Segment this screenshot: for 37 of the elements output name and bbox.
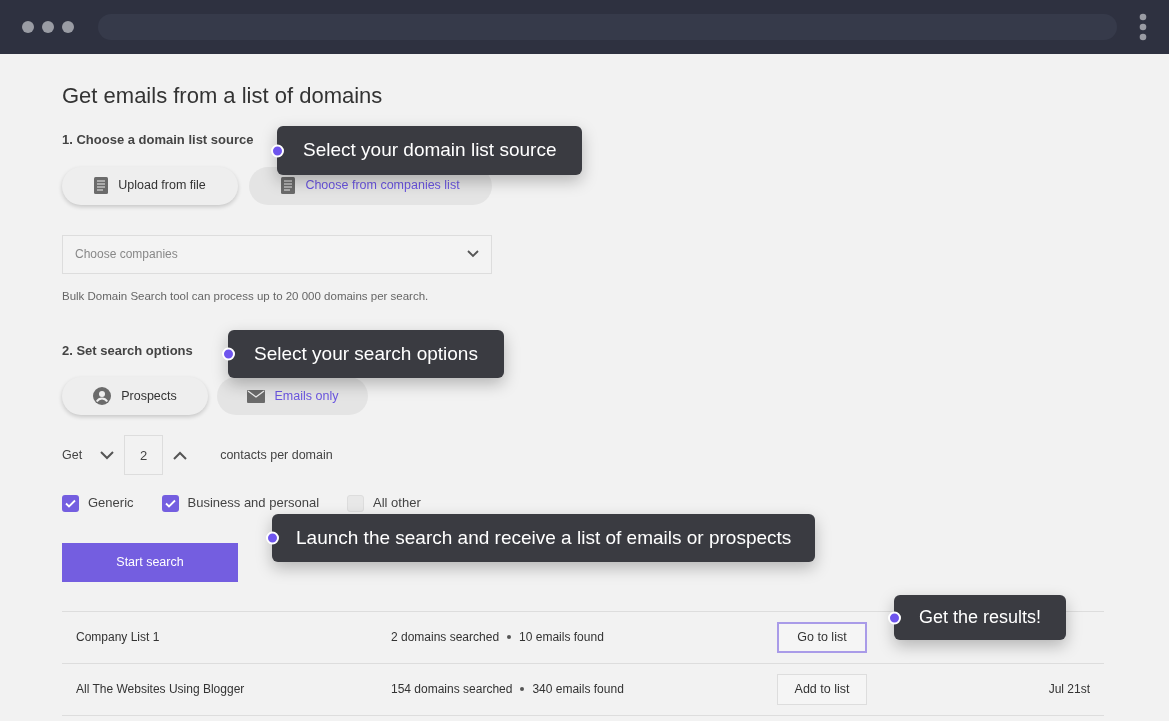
count-field[interactable]: 2 <box>124 435 164 476</box>
checkbox[interactable] <box>161 494 179 512</box>
domains-count: 154 domains searched <box>391 681 513 699</box>
check-icon <box>164 498 176 508</box>
more-menu-icon[interactable] <box>1139 13 1147 41</box>
start-search-button[interactable]: Start search <box>62 542 238 582</box>
list-name: Company List 1 <box>76 629 161 647</box>
list-name: All The Websites Using Blogger <box>76 681 246 699</box>
limit-note: Bulk Domain Search tool can process up to 20 000 domains per search. <box>62 288 429 304</box>
checkbox[interactable] <box>347 494 365 512</box>
chevron-down-icon <box>467 250 479 258</box>
decrease-icon[interactable] <box>100 450 115 460</box>
document-icon <box>94 177 109 194</box>
person-icon <box>93 387 112 406</box>
section-label: 2. Set search options <box>62 341 193 360</box>
window-controls-icon[interactable] <box>22 20 76 34</box>
emails-count: 340 emails found <box>532 681 624 699</box>
option-button[interactable]: Prospects <box>62 377 208 416</box>
increase-icon[interactable] <box>173 450 188 460</box>
option-button[interactable]: Emails only <box>217 377 368 416</box>
checkbox-label: Business and personal <box>187 494 320 513</box>
checkbox[interactable] <box>62 494 79 512</box>
domains-count: 2 domains searched <box>391 629 500 647</box>
date: Jul 21st <box>1048 681 1090 699</box>
envelope-icon <box>246 389 265 403</box>
section-label: 1. Choose a domain list source <box>62 131 254 149</box>
checkbox-label: All other <box>373 494 421 513</box>
list-action-button[interactable]: Add to list <box>777 673 867 705</box>
check-icon <box>65 498 76 508</box>
checkbox-label: Generic <box>88 494 134 513</box>
page-title: Get emails from a list of domains <box>62 82 383 110</box>
option-button[interactable]: Upload from file <box>62 166 238 205</box>
document-icon <box>281 177 296 194</box>
count-suffix: contacts per domain <box>220 446 333 464</box>
list-action-button[interactable]: Go to list <box>777 621 867 653</box>
count-prefix: Get <box>62 446 83 464</box>
emails-count: 10 emails found <box>519 629 604 647</box>
